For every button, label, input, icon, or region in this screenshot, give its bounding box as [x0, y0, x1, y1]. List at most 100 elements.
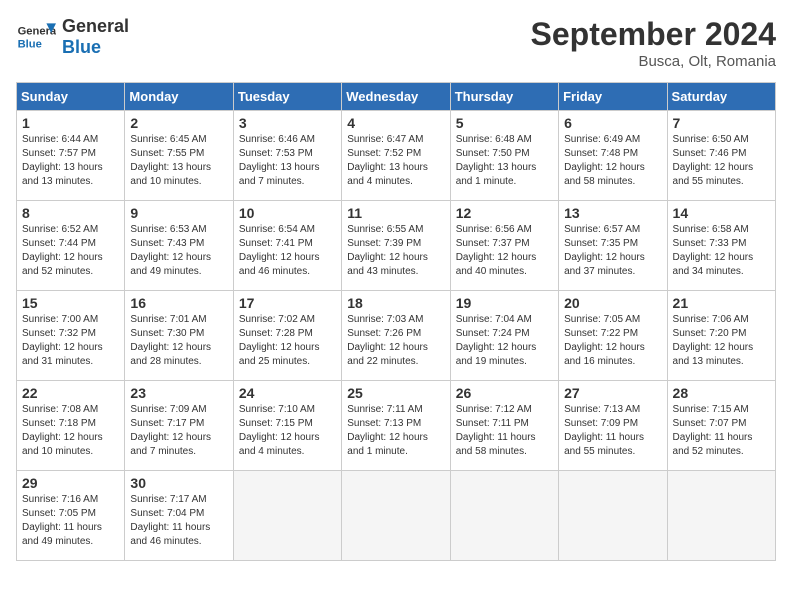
day-info: Sunrise: 7:12 AMSunset: 7:11 PMDaylight:…	[456, 404, 536, 457]
day-number: 29	[22, 475, 119, 491]
calendar-cell	[342, 471, 450, 561]
day-number: 30	[130, 475, 227, 491]
calendar-cell: 3 Sunrise: 6:46 AMSunset: 7:53 PMDaylight…	[233, 111, 341, 201]
calendar-cell: 26 Sunrise: 7:12 AMSunset: 7:11 PMDayligh…	[450, 381, 558, 471]
day-number: 15	[22, 295, 119, 311]
calendar-row: 1Sunrise: 6:44 AMSunset: 7:57 PMDaylight…	[17, 111, 776, 201]
day-number: 8	[22, 205, 119, 221]
day-info: Sunrise: 7:16 AMSunset: 7:05 PMDaylight:…	[22, 494, 102, 547]
day-number: 22	[22, 385, 119, 401]
calendar-cell: 5 Sunrise: 6:48 AMSunset: 7:50 PMDaylight…	[450, 111, 558, 201]
calendar-cell: 14 Sunrise: 6:58 AMSunset: 7:33 PMDayligh…	[667, 201, 775, 291]
day-info: Sunrise: 6:56 AMSunset: 7:37 PMDaylight:…	[456, 224, 537, 277]
day-number: 12	[456, 205, 553, 221]
calendar-cell: 12 Sunrise: 6:56 AMSunset: 7:37 PMDayligh…	[450, 201, 558, 291]
day-number: 2	[130, 115, 227, 131]
logo: General Blue General Blue	[16, 16, 129, 58]
logo-general: General	[62, 16, 129, 36]
day-number: 28	[673, 385, 770, 401]
day-info: Sunrise: 7:01 AMSunset: 7:30 PMDaylight:…	[130, 314, 211, 367]
calendar-row: 15 Sunrise: 7:00 AMSunset: 7:32 PMDayligh…	[17, 291, 776, 381]
day-info: Sunrise: 6:57 AMSunset: 7:35 PMDaylight:…	[564, 224, 645, 277]
day-info: Sunrise: 7:00 AMSunset: 7:32 PMDaylight:…	[22, 314, 103, 367]
day-number: 14	[673, 205, 770, 221]
day-number: 6	[564, 115, 661, 131]
day-number: 3	[239, 115, 336, 131]
calendar-cell	[233, 471, 341, 561]
day-number: 4	[347, 115, 444, 131]
calendar-cell: 19Sunrise: 7:04 AMSunset: 7:24 PMDayligh…	[450, 291, 558, 381]
weekday-header-row: Sunday Monday Tuesday Wednesday Thursday…	[17, 83, 776, 111]
calendar-row: 22 Sunrise: 7:08 AMSunset: 7:18 PMDayligh…	[17, 381, 776, 471]
calendar-cell: 23Sunrise: 7:09 AMSunset: 7:17 PMDayligh…	[125, 381, 233, 471]
header-tuesday: Tuesday	[233, 83, 341, 111]
calendar-cell: 17Sunrise: 7:02 AMSunset: 7:28 PMDayligh…	[233, 291, 341, 381]
header-friday: Friday	[559, 83, 667, 111]
day-info: Sunrise: 6:52 AMSunset: 7:44 PMDaylight:…	[22, 224, 103, 277]
calendar-cell: 18 Sunrise: 7:03 AMSunset: 7:26 PMDayligh…	[342, 291, 450, 381]
calendar-cell: 15 Sunrise: 7:00 AMSunset: 7:32 PMDayligh…	[17, 291, 125, 381]
calendar-cell: 29 Sunrise: 7:16 AMSunset: 7:05 PMDayligh…	[17, 471, 125, 561]
day-number: 7	[673, 115, 770, 131]
day-info: Sunrise: 6:45 AMSunset: 7:55 PMDaylight:…	[130, 134, 211, 187]
day-info: Sunrise: 7:15 AMSunset: 7:07 PMDaylight:…	[673, 404, 753, 457]
day-number: 9	[130, 205, 227, 221]
calendar-cell: 13 Sunrise: 6:57 AMSunset: 7:35 PMDayligh…	[559, 201, 667, 291]
calendar-cell: 6Sunrise: 6:49 AMSunset: 7:48 PMDaylight…	[559, 111, 667, 201]
day-number: 11	[347, 205, 444, 221]
day-info: Sunrise: 7:09 AMSunset: 7:17 PMDaylight:…	[130, 404, 211, 457]
month-title: September 2024	[531, 16, 776, 53]
day-info: Sunrise: 6:58 AMSunset: 7:33 PMDaylight:…	[673, 224, 754, 277]
day-number: 18	[347, 295, 444, 311]
calendar-cell: 4Sunrise: 6:47 AMSunset: 7:52 PMDaylight…	[342, 111, 450, 201]
calendar-cell: 7 Sunrise: 6:50 AMSunset: 7:46 PMDaylight…	[667, 111, 775, 201]
day-number: 24	[239, 385, 336, 401]
day-info: Sunrise: 7:10 AMSunset: 7:15 PMDaylight:…	[239, 404, 320, 457]
day-info: Sunrise: 6:50 AMSunset: 7:46 PMDaylight:…	[673, 134, 754, 187]
day-info: Sunrise: 7:05 AMSunset: 7:22 PMDaylight:…	[564, 314, 645, 367]
day-info: Sunrise: 7:17 AMSunset: 7:04 PMDaylight:…	[130, 494, 210, 547]
day-number: 20	[564, 295, 661, 311]
day-info: Sunrise: 7:08 AMSunset: 7:18 PMDaylight:…	[22, 404, 103, 457]
day-info: Sunrise: 6:46 AMSunset: 7:53 PMDaylight:…	[239, 134, 320, 187]
calendar-cell: 1Sunrise: 6:44 AMSunset: 7:57 PMDaylight…	[17, 111, 125, 201]
calendar-cell: 2 Sunrise: 6:45 AMSunset: 7:55 PMDaylight…	[125, 111, 233, 201]
calendar-cell: 10 Sunrise: 6:54 AMSunset: 7:41 PMDayligh…	[233, 201, 341, 291]
title-block: September 2024 Busca, Olt, Romania	[531, 16, 776, 70]
day-number: 26	[456, 385, 553, 401]
calendar-cell: 22 Sunrise: 7:08 AMSunset: 7:18 PMDayligh…	[17, 381, 125, 471]
day-number: 27	[564, 385, 661, 401]
day-number: 21	[673, 295, 770, 311]
header-monday: Monday	[125, 83, 233, 111]
header-thursday: Thursday	[450, 83, 558, 111]
day-number: 17	[239, 295, 336, 311]
day-info: Sunrise: 6:48 AMSunset: 7:50 PMDaylight:…	[456, 134, 537, 187]
location-subtitle: Busca, Olt, Romania	[531, 53, 776, 70]
calendar-cell	[559, 471, 667, 561]
calendar-cell: 20 Sunrise: 7:05 AMSunset: 7:22 PMDayligh…	[559, 291, 667, 381]
calendar-cell: 30 Sunrise: 7:17 AMSunset: 7:04 PMDayligh…	[125, 471, 233, 561]
calendar-cell: 11Sunrise: 6:55 AMSunset: 7:39 PMDayligh…	[342, 201, 450, 291]
day-info: Sunrise: 6:44 AMSunset: 7:57 PMDaylight:…	[22, 134, 103, 187]
calendar-row: 29 Sunrise: 7:16 AMSunset: 7:05 PMDayligh…	[17, 471, 776, 561]
calendar-cell	[450, 471, 558, 561]
calendar-cell: 21Sunrise: 7:06 AMSunset: 7:20 PMDayligh…	[667, 291, 775, 381]
day-info: Sunrise: 7:13 AMSunset: 7:09 PMDaylight:…	[564, 404, 644, 457]
svg-text:Blue: Blue	[18, 38, 42, 50]
day-info: Sunrise: 6:54 AMSunset: 7:41 PMDaylight:…	[239, 224, 320, 277]
calendar-cell: 24 Sunrise: 7:10 AMSunset: 7:15 PMDayligh…	[233, 381, 341, 471]
day-number: 5	[456, 115, 553, 131]
header-saturday: Saturday	[667, 83, 775, 111]
calendar-cell: 16 Sunrise: 7:01 AMSunset: 7:30 PMDayligh…	[125, 291, 233, 381]
day-number: 10	[239, 205, 336, 221]
day-number: 16	[130, 295, 227, 311]
calendar-cell: 28 Sunrise: 7:15 AMSunset: 7:07 PMDayligh…	[667, 381, 775, 471]
day-info: Sunrise: 6:53 AMSunset: 7:43 PMDaylight:…	[130, 224, 211, 277]
day-info: Sunrise: 7:03 AMSunset: 7:26 PMDaylight:…	[347, 314, 428, 367]
logo-icon: General Blue	[16, 17, 56, 57]
calendar-cell: 25Sunrise: 7:11 AMSunset: 7:13 PMDayligh…	[342, 381, 450, 471]
calendar-table: Sunday Monday Tuesday Wednesday Thursday…	[16, 82, 776, 561]
day-number: 19	[456, 295, 553, 311]
calendar-cell	[667, 471, 775, 561]
day-number: 13	[564, 205, 661, 221]
